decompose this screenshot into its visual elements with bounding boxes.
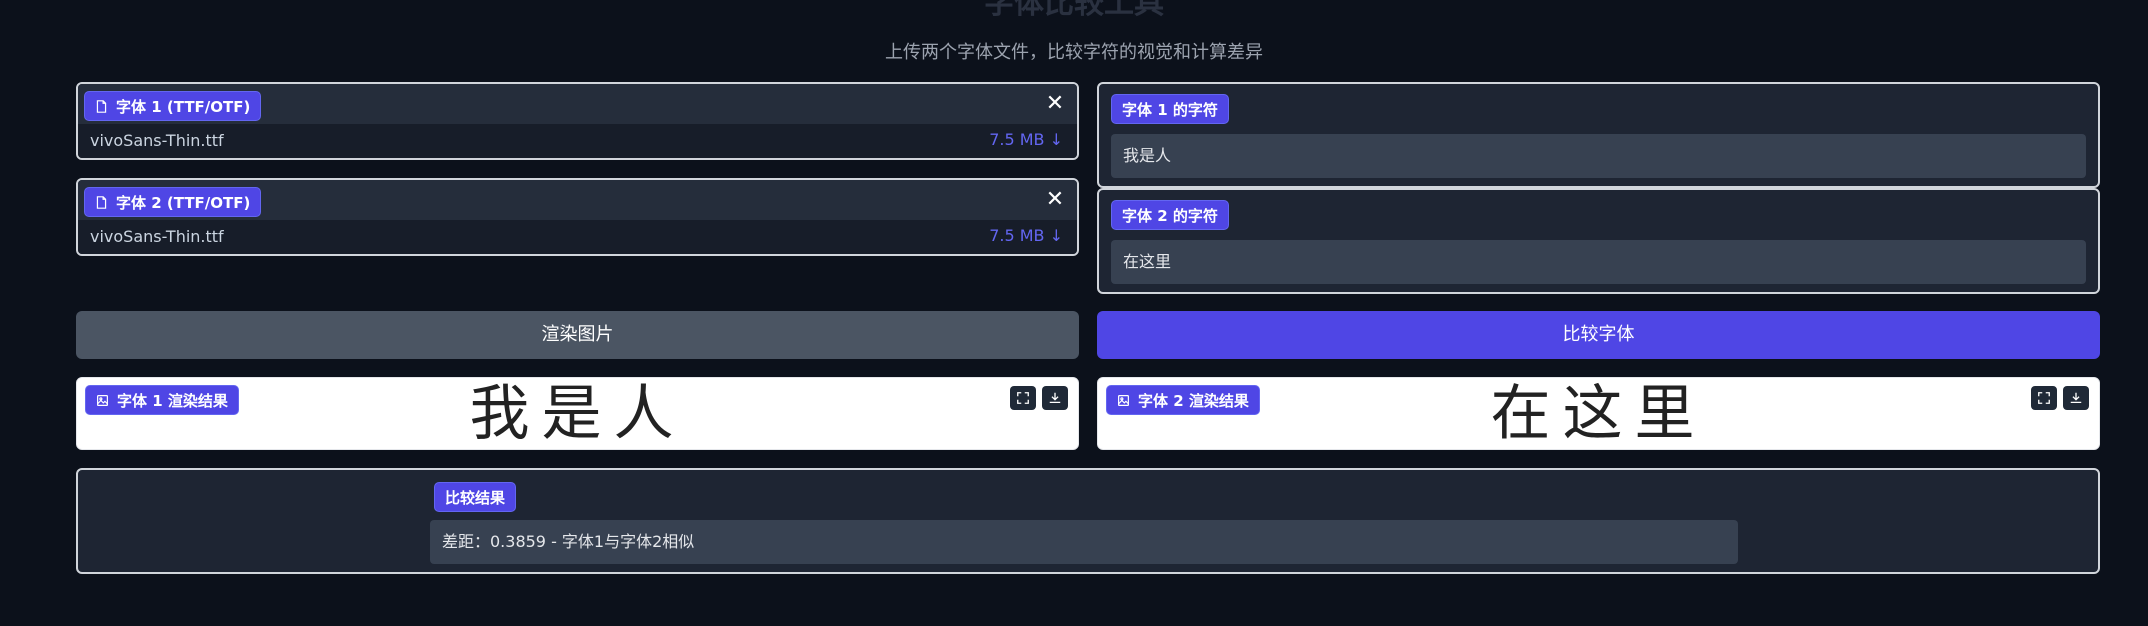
fullscreen-icon[interactable] [1010,386,1036,410]
font1-upload-badge: 字体 1 (TTF/OTF) [84,91,262,121]
file-icon [96,195,107,209]
font2-upload-label: 字体 2 (TTF/OTF) [116,193,251,212]
page-subtitle: 上传两个字体文件，比较字符的视觉和计算差异 [885,42,1263,63]
font1-chars-panel: 字体 1 的字符 我是人 [1097,82,2100,188]
font1-chars-input[interactable]: 我是人 [1111,134,2086,178]
font1-render-panel: 字体 1 渲染结果 我是人 [76,377,1079,450]
font2-file-row: vivoSans-Thin.ttf 7.5 MB ↓ [78,220,1077,254]
page-title: 字体比较工具 [984,0,1164,21]
font2-chars-label: 字体 2 的字符 [1122,206,1218,225]
font1-file-size[interactable]: 7.5 MB ↓ [989,130,1063,149]
font2-file-name: vivoSans-Thin.ttf [90,227,224,246]
font1-file-name: vivoSans-Thin.ttf [90,131,224,150]
font2-rendered-glyphs: 在这里 [1490,379,1707,449]
file-icon [96,99,107,113]
comparison-result-text: 差距：0.3859 - 字体1与字体2相似 [430,520,1738,564]
fullscreen-icon[interactable] [2031,386,2057,410]
font2-file-size[interactable]: 7.5 MB ↓ [989,226,1063,245]
font2-chars-panel: 字体 2 的字符 在这里 [1097,188,2100,294]
comparison-result-panel: 比较结果 差距：0.3859 - 字体1与字体2相似 [76,468,2100,574]
font2-upload-panel: 字体 2 (TTF/OTF) ✕ vivoSans-Thin.ttf 7.5 M… [76,178,1079,256]
download-icon[interactable] [2063,386,2089,410]
font2-render-panel: 字体 2 渲染结果 在这里 [1097,377,2100,450]
comparison-result-label: 比较结果 [445,488,506,507]
render-image-button[interactable]: 渲染图片 [76,311,1079,359]
font1-close-icon[interactable]: ✕ [1043,92,1067,116]
font2-chars-badge: 字体 2 的字符 [1111,200,1229,230]
comparison-result-badge: 比较结果 [434,482,517,512]
compare-fonts-button[interactable]: 比较字体 [1097,311,2100,359]
font1-chars-badge: 字体 1 的字符 [1111,94,1229,124]
font1-rendered-glyphs: 我是人 [469,379,686,449]
font1-upload-panel: 字体 1 (TTF/OTF) ✕ vivoSans-Thin.ttf 7.5 M… [76,82,1079,160]
download-icon[interactable] [1042,386,1068,410]
font2-chars-input[interactable]: 在这里 [1111,240,2086,284]
font1-file-row: vivoSans-Thin.ttf 7.5 MB ↓ [78,124,1077,158]
font2-close-icon[interactable]: ✕ [1043,188,1067,212]
font1-upload-label: 字体 1 (TTF/OTF) [116,97,251,116]
font2-upload-badge: 字体 2 (TTF/OTF) [84,187,262,217]
font1-chars-label: 字体 1 的字符 [1122,100,1218,119]
